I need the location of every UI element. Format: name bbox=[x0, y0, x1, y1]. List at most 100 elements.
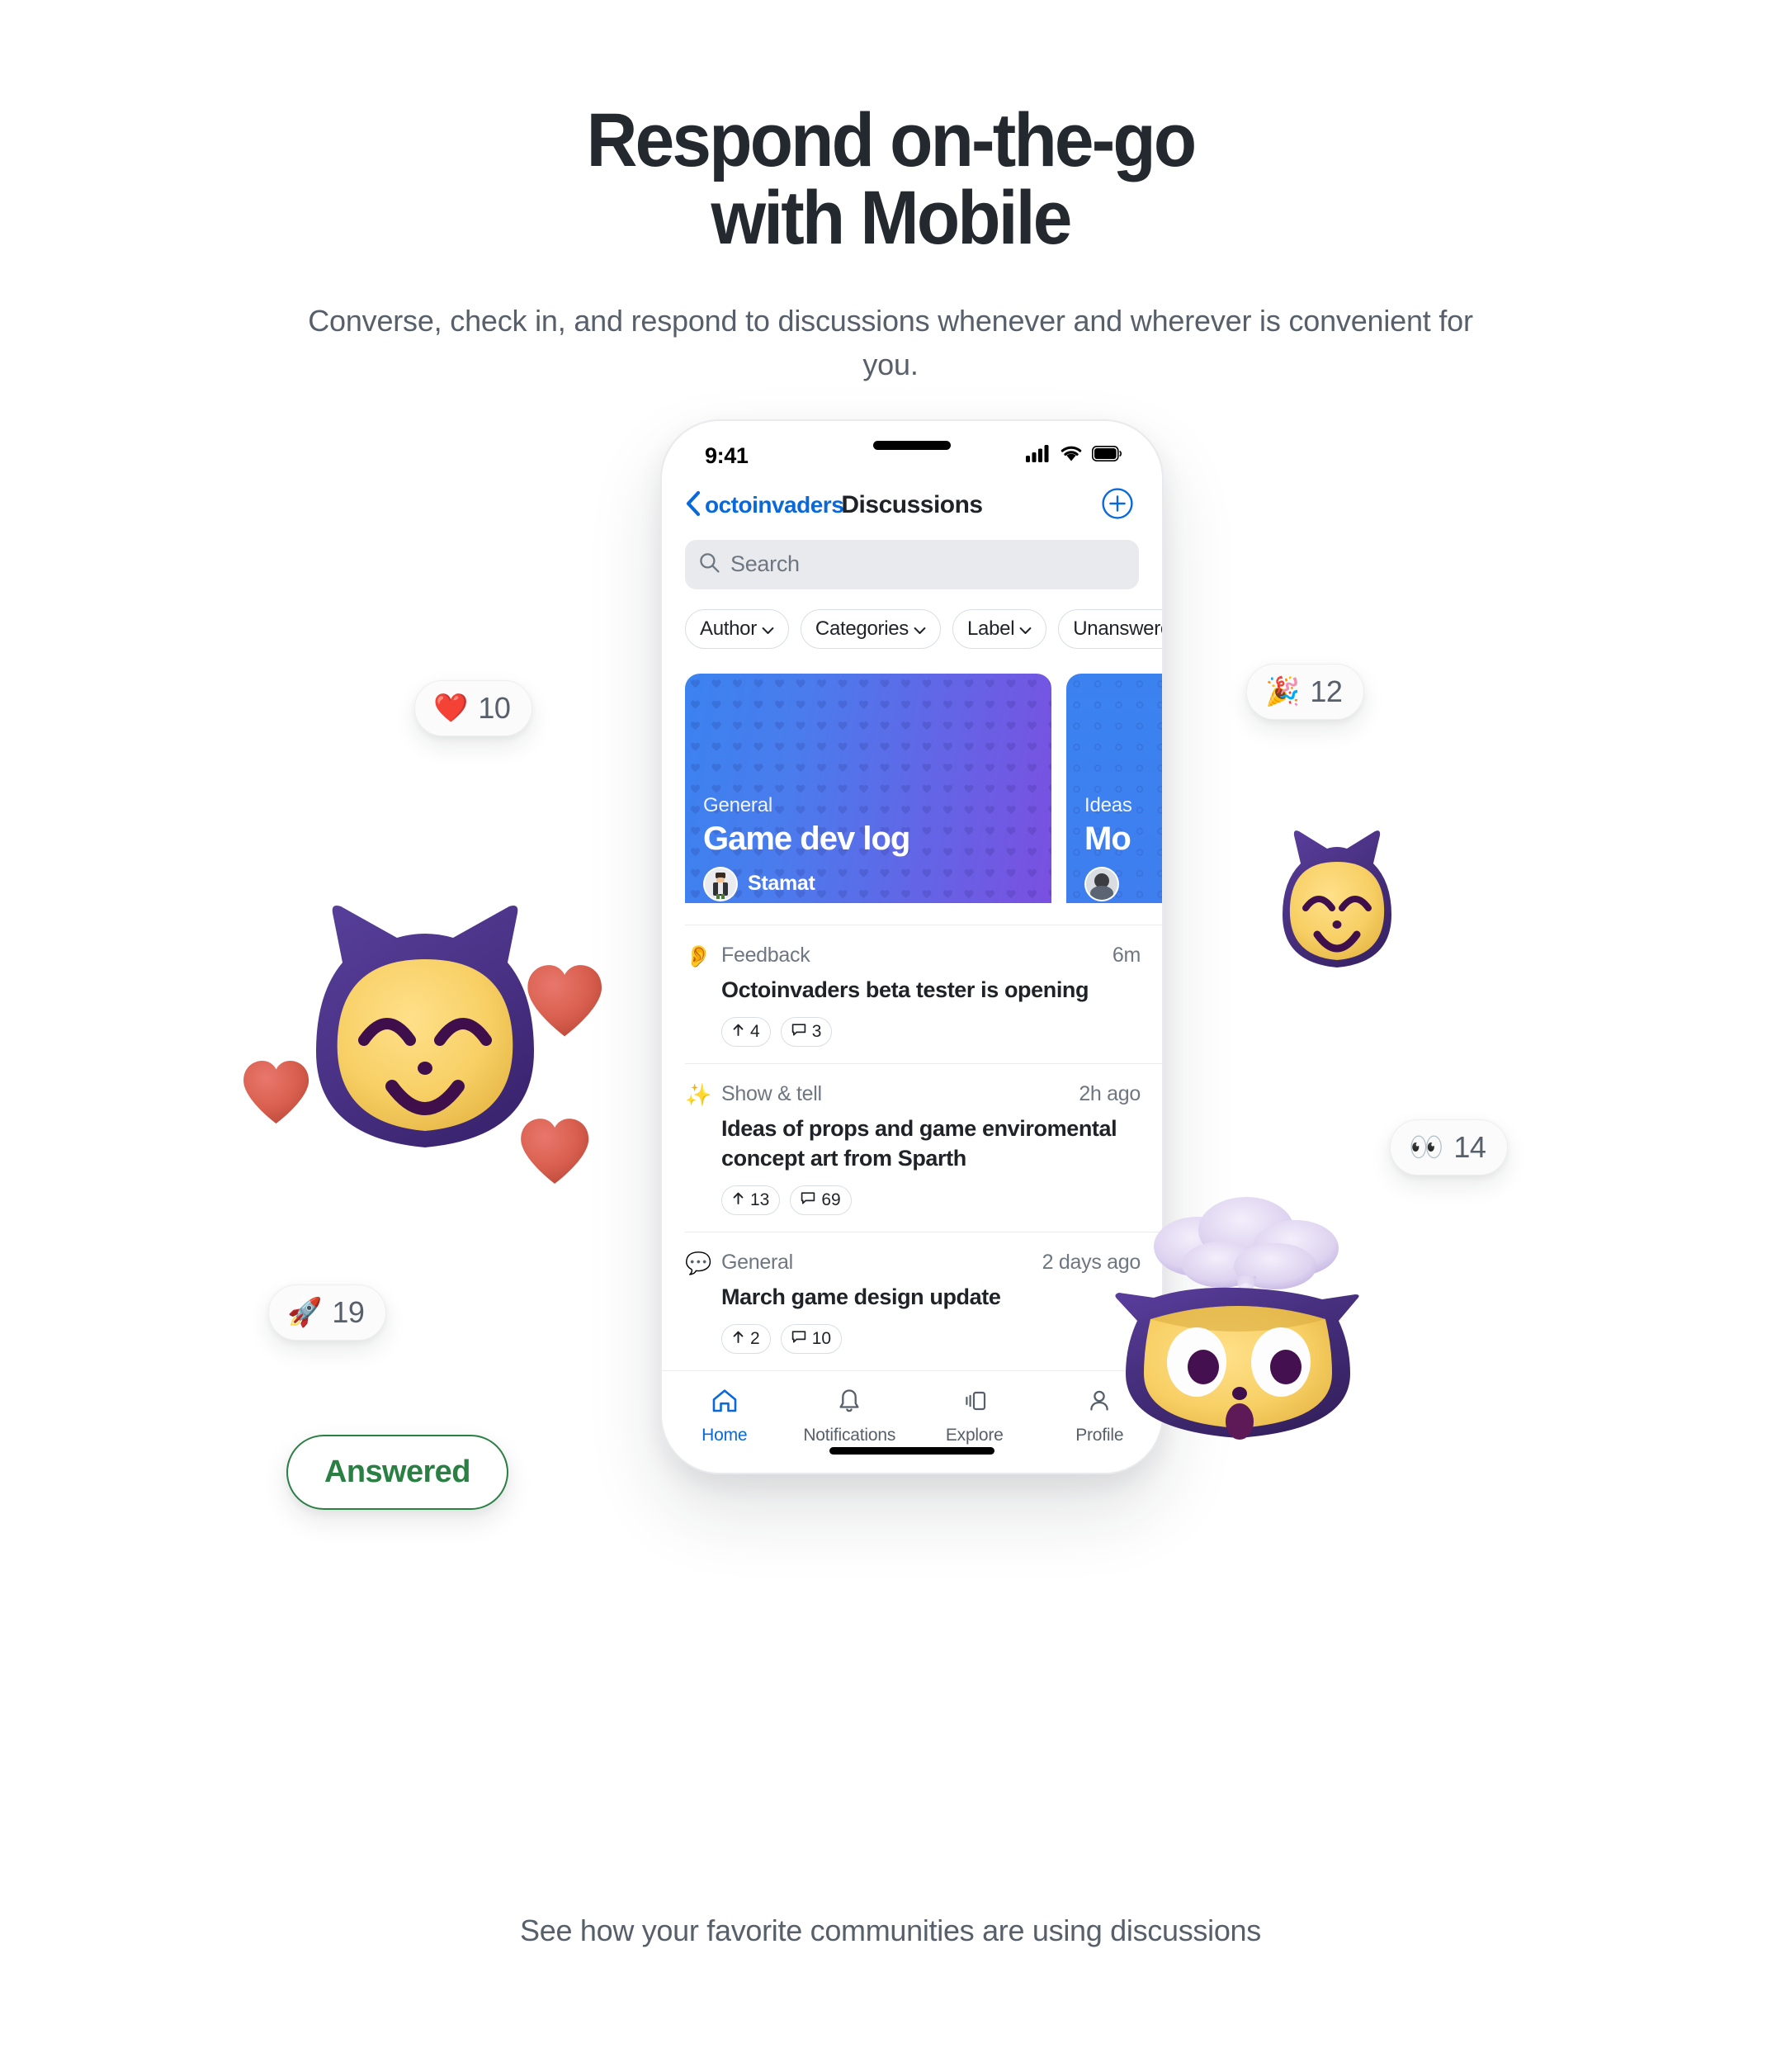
notch-speaker bbox=[873, 441, 951, 451]
tab-explore[interactable]: Explore bbox=[912, 1386, 1037, 1445]
reaction-pill-heart[interactable]: ❤️ 10 bbox=[414, 680, 533, 736]
tab-explore-label: Explore bbox=[945, 1425, 1004, 1445]
reaction-pill-party-count: 12 bbox=[1310, 674, 1343, 708]
discussion-list: 👂 Feedback 6m Octoinvaders beta tester i… bbox=[662, 925, 1162, 1370]
nav-bar: octoinvaders Discussions bbox=[662, 476, 1162, 535]
filter-chip-label[interactable]: Label bbox=[952, 608, 1047, 649]
upvote-count[interactable]: 4 bbox=[721, 1016, 771, 1047]
featured-card-author bbox=[1084, 866, 1162, 901]
discussion-list-item[interactable]: 👂 Feedback 6m Octoinvaders beta tester i… bbox=[685, 925, 1162, 1063]
filter-chip-author-label: Author bbox=[700, 617, 757, 640]
new-discussion-button[interactable] bbox=[1101, 487, 1134, 524]
discussion-title: March game design update bbox=[721, 1284, 1001, 1309]
tab-notifications[interactable]: Notifications bbox=[787, 1386, 913, 1445]
filter-chip-label-label: Label bbox=[967, 617, 1015, 640]
filter-chip-categories[interactable]: Categories bbox=[800, 608, 941, 649]
avatar bbox=[1084, 866, 1119, 901]
ear-emoji: 👂 bbox=[685, 944, 712, 969]
featured-card-category: General bbox=[703, 793, 772, 816]
featured-card-author: Stamat bbox=[703, 866, 1051, 901]
mona-smiling-small bbox=[1254, 824, 1420, 974]
chevron-down-icon bbox=[1019, 617, 1032, 641]
featured-card[interactable]: General Game dev log Stamat bbox=[685, 673, 1051, 904]
comment-count[interactable]: 3 bbox=[780, 1016, 833, 1047]
filter-chip-author[interactable]: Author bbox=[685, 608, 789, 649]
reaction-pill-rocket[interactable]: 🚀 19 bbox=[268, 1284, 387, 1341]
home-icon bbox=[710, 1386, 739, 1420]
chevron-down-icon bbox=[914, 617, 926, 641]
upvote-count-value: 13 bbox=[750, 1190, 770, 1209]
discussion-list-item[interactable]: ✨ Show & tell 2h ago Ideas of props and … bbox=[685, 1062, 1162, 1232]
upvote-count[interactable]: 13 bbox=[721, 1185, 781, 1215]
filter-chip-categories-label: Categories bbox=[815, 617, 909, 640]
phone-mockup: 9:41 octoinvaders Discussions Search Aut… bbox=[660, 419, 1164, 1475]
search-area: Search bbox=[662, 535, 1162, 589]
back-button-label: octoinvaders bbox=[705, 492, 844, 518]
reaction-pill-eyes[interactable]: 👀 14 bbox=[1390, 1119, 1509, 1176]
bell-icon bbox=[834, 1386, 864, 1420]
back-button[interactable]: octoinvaders bbox=[685, 490, 844, 521]
comment-count-value: 3 bbox=[811, 1021, 822, 1041]
comment-count[interactable]: 10 bbox=[780, 1323, 843, 1354]
red-heart-emoji: ❤️ bbox=[433, 693, 469, 724]
featured-card-author-name: Stamat bbox=[748, 872, 815, 896]
reaction-pill-heart-count: 10 bbox=[478, 691, 511, 725]
discussion-title: Ideas of props and game enviromental con… bbox=[721, 1115, 1117, 1171]
search-input[interactable]: Search bbox=[685, 539, 1139, 589]
answered-badge-label: Answered bbox=[324, 1455, 470, 1489]
rocket-emoji: 🚀 bbox=[287, 1297, 323, 1328]
nav-title: Discussions bbox=[841, 491, 983, 519]
reaction-pill-rocket-count: 19 bbox=[332, 1295, 365, 1329]
discussion-category: Show & tell bbox=[721, 1081, 822, 1105]
page-title-line-2: with Mobile bbox=[711, 175, 1072, 260]
party-popper-emoji: 🎉 bbox=[1265, 676, 1301, 707]
discussion-category: General bbox=[721, 1250, 793, 1274]
tab-home-label: Home bbox=[702, 1425, 748, 1445]
comment-count-value: 10 bbox=[811, 1328, 832, 1348]
upvote-count-value: 4 bbox=[750, 1021, 760, 1041]
signal-bars-icon bbox=[1026, 445, 1051, 466]
wifi-icon bbox=[1060, 445, 1083, 466]
page-subtitle: Converse, check in, and respond to discu… bbox=[308, 303, 1473, 381]
arrow-up-icon bbox=[732, 1190, 744, 1210]
explore-icon bbox=[960, 1386, 990, 1420]
filter-chip-unanswered-label: Unanswered bbox=[1073, 617, 1162, 640]
discussion-category: Feedback bbox=[721, 944, 810, 967]
home-indicator bbox=[829, 1447, 994, 1455]
filter-chip-unanswered[interactable]: Unanswered bbox=[1058, 608, 1162, 649]
arrow-up-icon bbox=[732, 1022, 744, 1042]
avatar bbox=[703, 866, 738, 901]
featured-card-title: Mo bbox=[1084, 820, 1131, 857]
mona-mind-blown bbox=[1098, 1197, 1378, 1445]
comment-icon bbox=[791, 1329, 806, 1349]
footer-caption: See how your favorite communities are us… bbox=[520, 1914, 1261, 1947]
arrow-up-icon bbox=[732, 1329, 744, 1349]
tab-notifications-label: Notifications bbox=[803, 1425, 896, 1445]
discussion-timestamp: 2h ago bbox=[1079, 1081, 1141, 1105]
reaction-pill-party[interactable]: 🎉 12 bbox=[1246, 664, 1365, 720]
comment-count[interactable]: 69 bbox=[790, 1185, 852, 1215]
featured-card-category: Ideas bbox=[1084, 793, 1132, 816]
featured-card[interactable]: Ideas Mo bbox=[1066, 673, 1162, 904]
search-placeholder: Search bbox=[730, 551, 800, 577]
eyes-emoji: 👀 bbox=[1409, 1132, 1444, 1163]
tab-home[interactable]: Home bbox=[662, 1386, 787, 1445]
status-bar: 9:41 bbox=[662, 421, 1162, 476]
discussion-timestamp: 6m bbox=[1112, 944, 1141, 967]
reaction-pill-eyes-count: 14 bbox=[1453, 1130, 1486, 1164]
comment-icon bbox=[791, 1022, 806, 1042]
upvote-count[interactable]: 2 bbox=[721, 1323, 771, 1354]
chevron-down-icon bbox=[762, 617, 774, 641]
answered-badge[interactable]: Answered bbox=[286, 1435, 508, 1510]
featured-card-title: Game dev log bbox=[703, 820, 910, 857]
comment-count-value: 69 bbox=[821, 1190, 841, 1209]
chevron-left-icon bbox=[685, 490, 701, 521]
comment-icon bbox=[801, 1190, 815, 1210]
discussion-list-item[interactable]: 💬 General 2 days ago March game design u… bbox=[685, 1231, 1162, 1370]
mona-smiling-with-hearts bbox=[235, 890, 615, 1204]
featured-card-carousel[interactable]: General Game dev log Stamat Ideas Mo bbox=[662, 649, 1162, 904]
discussion-title: Octoinvaders beta tester is opening bbox=[721, 977, 1089, 1003]
plus-circle-icon bbox=[1101, 487, 1134, 524]
speech-balloon-emoji: 💬 bbox=[685, 1250, 712, 1275]
battery-icon bbox=[1092, 446, 1122, 466]
